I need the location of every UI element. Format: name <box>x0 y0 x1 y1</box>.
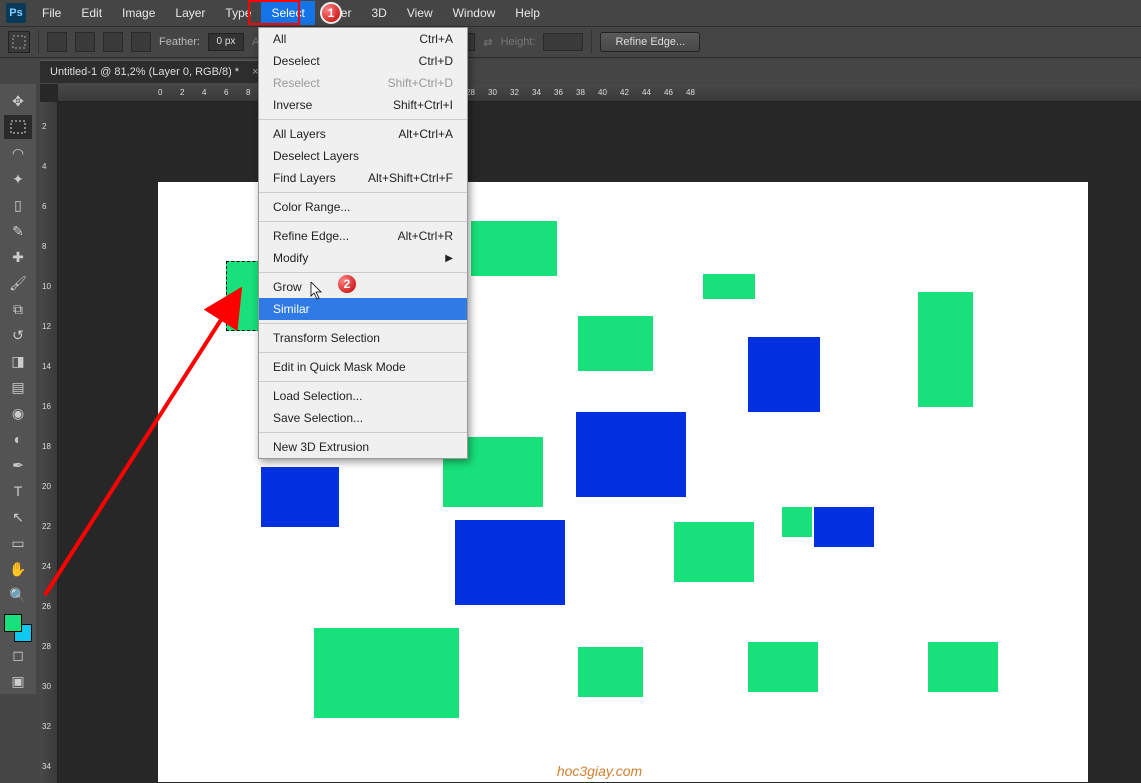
height-input <box>543 33 583 51</box>
document-tab-title: Untitled-1 @ 81,2% (Layer 0, RGB/8) * <box>50 66 239 78</box>
blur-tool-icon[interactable]: ◉ <box>4 401 32 425</box>
green-rect <box>703 274 755 299</box>
menuitem-similar[interactable]: Similar <box>259 298 467 320</box>
menuitem-deselect[interactable]: DeselectCtrl+D <box>259 50 467 72</box>
menuitem-reselect: ReselectShift+Ctrl+D <box>259 72 467 94</box>
menuitem-all[interactable]: AllCtrl+A <box>259 28 467 50</box>
stamp-tool-icon[interactable]: ⧉ <box>4 297 32 321</box>
menuitem-deselect-layers[interactable]: Deselect Layers <box>259 145 467 167</box>
app-logo: Ps <box>6 3 26 23</box>
green-rect <box>674 522 754 582</box>
menu-layer[interactable]: Layer <box>165 1 215 25</box>
menu-select[interactable]: Select <box>261 1 314 25</box>
menuitem-refine-edge-[interactable]: Refine Edge...Alt+Ctrl+R <box>259 225 467 247</box>
history-brush-icon[interactable]: ↺ <box>4 323 32 347</box>
type-tool-icon[interactable]: T <box>4 479 32 503</box>
wand-tool-icon[interactable]: ✦ <box>4 167 32 191</box>
menu-window[interactable]: Window <box>443 1 506 25</box>
menuitem-grow[interactable]: Grow <box>259 276 467 298</box>
menuitem-all-layers[interactable]: All LayersAlt+Ctrl+A <box>259 123 467 145</box>
horizontal-ruler: 0246810121416182022242628303234363840424… <box>58 84 1141 102</box>
menuitem-save-selection-[interactable]: Save Selection... <box>259 407 467 429</box>
shape-tool-icon[interactable]: ▭ <box>4 531 32 555</box>
eraser-tool-icon[interactable]: ◨ <box>4 349 32 373</box>
menu-edit[interactable]: Edit <box>71 1 112 25</box>
green-rect <box>314 628 459 718</box>
menu-image[interactable]: Image <box>112 1 165 25</box>
blue-rect <box>748 337 820 412</box>
green-rect <box>748 642 818 692</box>
intersect-selection-icon[interactable] <box>131 32 151 52</box>
canvas-stage[interactable]: hoc3giay.com <box>58 102 1141 783</box>
refine-edge-button[interactable]: Refine Edge... <box>600 32 700 52</box>
green-rect <box>471 221 557 276</box>
document-tab[interactable]: Untitled-1 @ 81,2% (Layer 0, RGB/8) * × <box>40 60 273 83</box>
green-rect <box>578 316 653 371</box>
menu-type[interactable]: Type <box>215 1 261 25</box>
menuitem-color-range-[interactable]: Color Range... <box>259 196 467 218</box>
green-rect <box>928 642 998 692</box>
healing-tool-icon[interactable]: ✚ <box>4 245 32 269</box>
crop-tool-icon[interactable]: ▯ <box>4 193 32 217</box>
pen-tool-icon[interactable]: ✒ <box>4 453 32 477</box>
zoom-tool-icon[interactable]: 🔍 <box>4 583 32 607</box>
options-bar: Feather: 0 px Anti-alias Style: Normal ▾… <box>0 26 1141 58</box>
brush-tool-icon[interactable]: 🖌 <box>4 271 32 295</box>
marquee-tool-icon[interactable] <box>4 115 32 139</box>
new-selection-icon[interactable] <box>47 32 67 52</box>
feather-label: Feather: <box>159 36 200 48</box>
gradient-tool-icon[interactable]: ▤ <box>4 375 32 399</box>
menu-file[interactable]: File <box>32 1 71 25</box>
color-swatches[interactable] <box>4 614 32 642</box>
main-menubar: Ps File Edit Image Layer Type Select Fil… <box>0 0 1141 26</box>
menuitem-transform-selection[interactable]: Transform Selection <box>259 327 467 349</box>
blue-rect <box>455 520 565 605</box>
blue-rect <box>576 412 686 497</box>
workspace: 0246810121416182022242628303234363840424… <box>40 84 1141 783</box>
menuitem-new-3d-extrusion[interactable]: New 3D Extrusion <box>259 436 467 458</box>
menu-view[interactable]: View <box>397 1 443 25</box>
foreground-swatch[interactable] <box>4 614 22 632</box>
menuitem-inverse[interactable]: InverseShift+Ctrl+I <box>259 94 467 116</box>
tool-preset-icon[interactable] <box>8 31 30 53</box>
vertical-ruler: 246810121416182022242628303234 <box>40 102 58 783</box>
annotation-badge-2: 2 <box>336 273 358 295</box>
tool-palette: ✥ ◠ ✦ ▯ ✎ ✚ 🖌 ⧉ ↺ ◨ ▤ ◉ ◐ ✒ T ↖ ▭ ✋ 🔍 ◻ … <box>0 84 36 694</box>
quickmask-icon[interactable]: ◻ <box>4 643 32 667</box>
menuitem-load-selection-[interactable]: Load Selection... <box>259 385 467 407</box>
green-rect <box>578 647 643 697</box>
dodge-tool-icon[interactable]: ◐ <box>4 427 32 451</box>
blue-rect <box>814 507 874 547</box>
watermark-text: hoc3giay.com <box>557 763 642 779</box>
menuitem-modify[interactable]: Modify▶ <box>259 247 467 269</box>
add-selection-icon[interactable] <box>75 32 95 52</box>
eyedropper-tool-icon[interactable]: ✎ <box>4 219 32 243</box>
height-label: Height: <box>501 36 536 48</box>
feather-input[interactable]: 0 px <box>208 33 244 51</box>
path-tool-icon[interactable]: ↖ <box>4 505 32 529</box>
menuitem-find-layers[interactable]: Find LayersAlt+Shift+Ctrl+F <box>259 167 467 189</box>
hand-tool-icon[interactable]: ✋ <box>4 557 32 581</box>
menu-help[interactable]: Help <box>505 1 550 25</box>
screenmode-icon[interactable]: ▣ <box>4 669 32 693</box>
subtract-selection-icon[interactable] <box>103 32 123 52</box>
move-tool-icon[interactable]: ✥ <box>4 89 32 113</box>
green-rect <box>782 507 812 537</box>
select-menu-dropdown: AllCtrl+ADeselectCtrl+DReselectShift+Ctr… <box>258 27 468 459</box>
document-tabs: Untitled-1 @ 81,2% (Layer 0, RGB/8) * × <box>40 58 273 84</box>
menu-3d[interactable]: 3D <box>361 1 396 25</box>
blue-rect <box>261 467 339 527</box>
green-rect <box>918 292 973 407</box>
annotation-badge-1: 1 <box>320 2 342 24</box>
menuitem-edit-in-quick-mask-mode[interactable]: Edit in Quick Mask Mode <box>259 356 467 378</box>
lasso-tool-icon[interactable]: ◠ <box>4 141 32 165</box>
